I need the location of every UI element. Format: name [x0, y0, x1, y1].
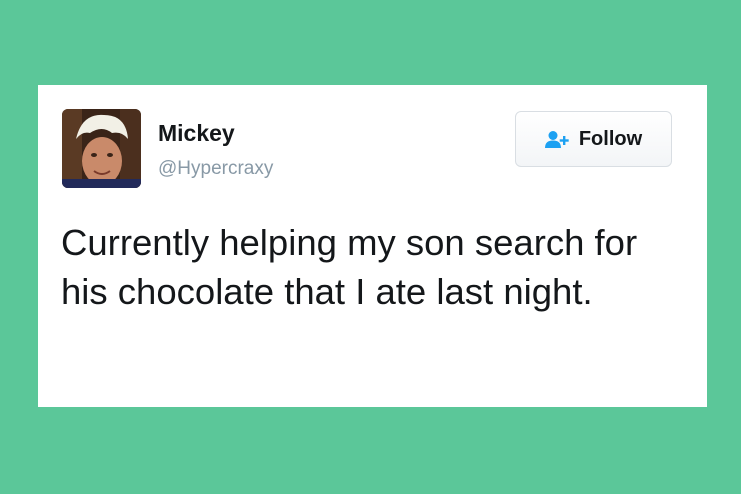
add-person-icon — [544, 130, 570, 149]
follow-button[interactable]: Follow — [515, 111, 672, 167]
avatar[interactable] — [62, 109, 141, 188]
author-name[interactable]: Mickey — [158, 122, 235, 145]
profile-photo — [62, 109, 141, 188]
tweet-text: Currently helping my son search for his … — [61, 222, 638, 312]
author-handle[interactable]: @Hypercraxy — [158, 159, 273, 178]
tweet-card: Mickey @Hypercraxy Follow Currently help… — [38, 85, 707, 407]
follow-label: Follow — [578, 127, 643, 150]
